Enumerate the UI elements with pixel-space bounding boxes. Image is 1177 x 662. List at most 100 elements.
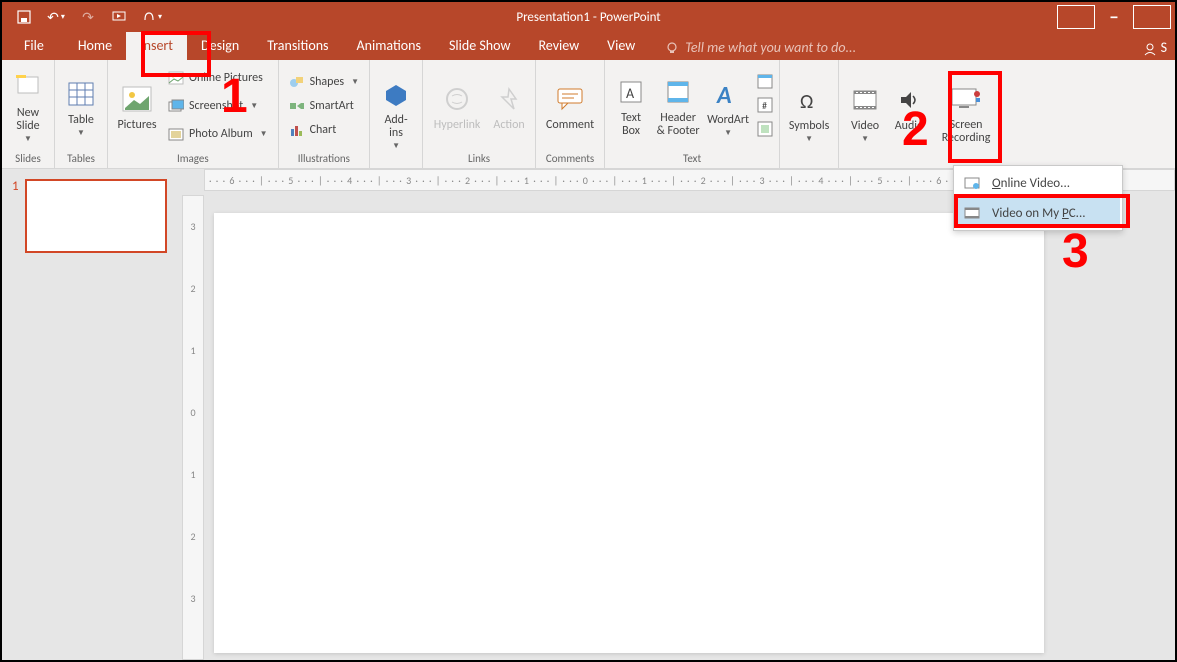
wordart-button[interactable]: A WordArt ▼ (703, 64, 753, 148)
group-label-symbols (784, 163, 834, 168)
smartart-button[interactable]: SmartArt (283, 94, 360, 118)
online-pictures-button[interactable]: Online Pictures (162, 66, 274, 90)
table-icon (68, 76, 94, 112)
tell-me-search[interactable]: Tell me what you want to do... (655, 35, 866, 60)
tab-file[interactable]: File (14, 31, 64, 60)
symbols-button[interactable]: Ω Symbols ▼ (784, 71, 834, 155)
new-slide-icon (14, 69, 42, 105)
video-button[interactable]: Video ▼ (843, 71, 887, 155)
group-label-slides: Slides (6, 150, 50, 168)
chevron-down-icon: ▼ (77, 129, 85, 137)
user-initial: S (1161, 39, 1167, 56)
chevron-down-icon: ▼ (805, 135, 813, 143)
quick-access-toolbar: ↶ ▾ ↷ ▾ (10, 6, 166, 28)
ribbon: New Slide ▼ Slides Table ▼ Tables (2, 60, 1175, 169)
photo-album-button[interactable]: Photo Album ▼ (162, 122, 274, 146)
photo-album-icon (168, 126, 184, 142)
object-icon[interactable] (757, 121, 775, 139)
minimize-icon[interactable]: − (1095, 5, 1133, 29)
slide-edit-area: 3210123 · · · 6 · · · | · · · 5 · · · | … (182, 169, 1175, 660)
redo-icon[interactable]: ↷ (74, 6, 102, 28)
online-pictures-icon (168, 70, 184, 86)
new-slide-button[interactable]: New Slide ▼ (6, 64, 50, 148)
smartart-icon (289, 98, 305, 114)
workspace: 1 3210123 · · · 6 · · · | · · · 5 · · · … (2, 169, 1175, 660)
ribbon-display-options-icon[interactable] (1057, 5, 1095, 29)
group-label-tables: Tables (59, 150, 103, 168)
chevron-down-icon: ▼ (861, 135, 869, 143)
symbols-icon: Ω (796, 82, 822, 118)
action-icon (500, 81, 518, 117)
group-addins: Add- ins ▼ (370, 60, 423, 168)
group-text: A Text Box Header & Footer A WordArt ▼ (605, 60, 780, 168)
tab-animations[interactable]: Animations (343, 31, 435, 60)
group-illustrations: Shapes ▼ SmartArt Chart Illustrations (279, 60, 370, 168)
action-button[interactable]: Action (487, 64, 531, 148)
tab-design[interactable]: Design (187, 31, 253, 60)
text-box-button[interactable]: A Text Box (609, 64, 653, 148)
slide-thumbnails-panel[interactable]: 1 (2, 169, 182, 660)
group-label-links: Links (427, 150, 531, 168)
chevron-down-icon: ▼ (260, 129, 268, 139)
header-footer-button[interactable]: Header & Footer (653, 64, 703, 148)
chevron-down-icon: ▼ (351, 77, 359, 87)
slide-thumbnail-1[interactable] (25, 179, 167, 253)
group-slides: New Slide ▼ Slides (2, 60, 55, 168)
account-icon[interactable]: S (1139, 35, 1175, 60)
chart-button[interactable]: Chart (283, 118, 343, 142)
audio-icon (897, 82, 921, 118)
hyperlink-button[interactable]: Hyperlink (427, 64, 487, 148)
group-tables: Table ▼ Tables (55, 60, 108, 168)
ribbon-tabs: File Home Insert Design Transitions Anim… (2, 32, 1175, 60)
screen-recording-button[interactable]: Screen Recording (931, 71, 1001, 155)
video-on-my-pc-menu-item[interactable]: Video on My PC... (956, 198, 1120, 228)
audio-button[interactable]: Audio ▼ (887, 71, 931, 155)
chevron-down-icon: ▼ (24, 135, 32, 143)
addins-icon (384, 76, 408, 112)
tab-slide-show[interactable]: Slide Show (435, 31, 524, 60)
vertical-ruler[interactable]: 3210123 (182, 195, 204, 660)
tab-review[interactable]: Review (524, 31, 593, 60)
addins-button[interactable]: Add- ins ▼ (374, 71, 418, 155)
video-dropdown-menu: Online Video... Video on My PC... (953, 165, 1123, 231)
screen-recording-icon (951, 81, 981, 117)
chevron-down-icon: ▼ (250, 101, 258, 111)
chevron-down-icon: ▼ (905, 135, 913, 143)
shapes-button[interactable]: Shapes ▼ (283, 70, 365, 94)
tab-view[interactable]: View (593, 31, 649, 60)
wordart-icon: A (715, 76, 741, 112)
text-box-icon: A (619, 74, 643, 110)
online-video-icon (964, 176, 982, 190)
chevron-down-icon: ▼ (392, 142, 400, 150)
window-title: Presentation1 - PowerPoint (516, 10, 660, 25)
slide-number-icon[interactable]: # (757, 97, 775, 115)
tab-insert[interactable]: Insert (126, 31, 187, 60)
svg-text:A: A (626, 85, 635, 102)
screenshot-button[interactable]: Screenshot ▼ (162, 94, 274, 118)
online-video-menu-item[interactable]: Online Video... (956, 168, 1120, 198)
tab-home[interactable]: Home (64, 31, 126, 60)
slide-1[interactable] (214, 213, 1044, 653)
date-time-icon[interactable] (757, 73, 775, 91)
group-label-addins (374, 163, 418, 168)
group-label-comments: Comments (540, 150, 600, 168)
touch-mouse-mode-icon[interactable]: ▾ (138, 6, 166, 28)
group-images: Pictures Online Pictures Screenshot ▼ Ph (108, 60, 279, 168)
v-ruler-ticks: 3210123 (183, 196, 203, 605)
group-links: Hyperlink Action Links (423, 60, 536, 168)
svg-text:A: A (716, 81, 732, 107)
header-footer-icon (666, 74, 690, 110)
maximize-icon[interactable] (1133, 5, 1171, 29)
group-media: Video ▼ Audio ▼ Screen Recording (839, 60, 1005, 168)
hyperlink-icon (444, 81, 470, 117)
pictures-button[interactable]: Pictures (112, 64, 162, 148)
window-controls: − (1057, 5, 1171, 29)
start-from-beginning-icon[interactable] (106, 6, 134, 28)
table-button[interactable]: Table ▼ (59, 64, 103, 148)
slide-canvas-area[interactable] (204, 191, 1175, 660)
tab-transitions[interactable]: Transitions (253, 31, 342, 60)
save-icon[interactable] (10, 6, 38, 28)
comment-button[interactable]: Comment (540, 64, 600, 148)
undo-icon[interactable]: ↶ ▾ (42, 6, 70, 28)
chevron-down-icon: ▼ (724, 129, 732, 137)
